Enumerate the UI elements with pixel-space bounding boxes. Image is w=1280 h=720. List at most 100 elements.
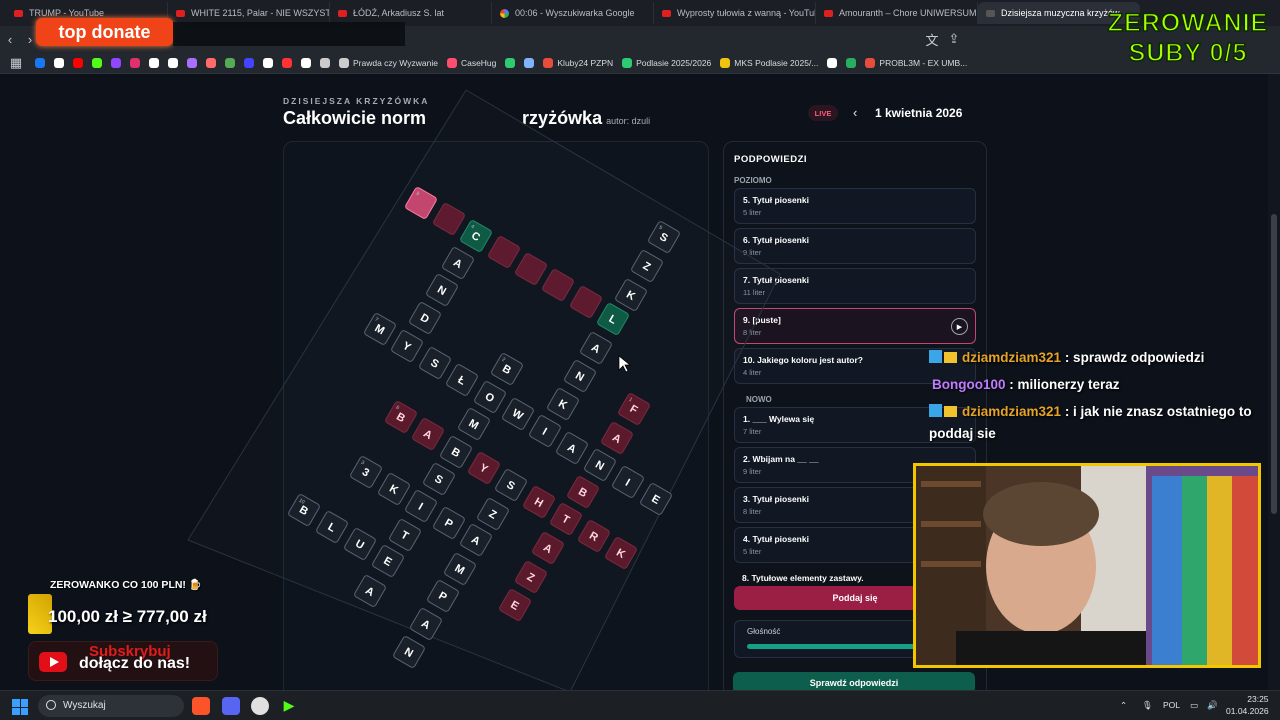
- browser-tab[interactable]: Wyprosty tułowia z wanną - YouTube: [654, 2, 816, 24]
- youtube-icon: [824, 9, 833, 17]
- chat-message: dziamdziam321 : sprawdz odpowiedzi: [929, 347, 1269, 369]
- bookmark-item[interactable]: [524, 57, 535, 68]
- bookmark-item[interactable]: [244, 57, 254, 68]
- network-icon[interactable]: ▭: [1190, 700, 1198, 711]
- chat-username: dziamdziam321: [962, 404, 1062, 419]
- youtube-icon: [662, 9, 671, 17]
- top-donate-value-box: [173, 22, 405, 46]
- top-donate-banner: top donate: [36, 18, 173, 46]
- bookmark-icon: [130, 57, 140, 68]
- bookmark-icon: [543, 57, 554, 68]
- bookmark-icon: [846, 57, 857, 68]
- webcam-image: [916, 466, 1258, 665]
- bookmark-icon: [827, 57, 838, 68]
- bookmark-item[interactable]: Podlasie 2025/2026: [622, 57, 712, 68]
- youtube-icon: [39, 652, 67, 672]
- tab-label: ŁÓDŹ, Arkadiusz S. lat: [353, 8, 445, 18]
- bookmark-icon: [73, 57, 83, 68]
- browser-tab[interactable]: Amouranth – Chore UNIWERSUM B: [816, 2, 978, 24]
- crossword-cell[interactable]: N: [393, 636, 426, 669]
- bookmark-icon: [865, 57, 876, 68]
- kick-icon[interactable]: ▶: [280, 697, 298, 715]
- windows-taskbar: Wyszukaj ▶ ⌃ 🎙 POL ▭ 🔊 23:25 01.04.2026: [0, 690, 1280, 720]
- bookmark-icon: [206, 57, 216, 68]
- discord-icon[interactable]: [222, 697, 240, 715]
- bookmark-item[interactable]: [187, 57, 197, 68]
- bookmark-item[interactable]: [846, 57, 857, 68]
- bookmark-icon: [524, 57, 535, 68]
- bookmark-item[interactable]: [35, 57, 45, 68]
- bookmark-item[interactable]: [54, 57, 64, 68]
- bookmark-item[interactable]: [320, 57, 330, 68]
- windows-start-icon[interactable]: [12, 699, 28, 715]
- mic-icon[interactable]: 🎙: [1142, 700, 1153, 711]
- bookmark-item[interactable]: [827, 57, 838, 68]
- google-icon: [500, 8, 509, 18]
- language-indicator[interactable]: POL: [1163, 700, 1180, 710]
- bookmark-icon: [505, 57, 516, 68]
- bookmark-item[interactable]: [130, 57, 140, 68]
- bookmark-icon: [720, 57, 731, 68]
- bookmark-icon: [320, 57, 330, 68]
- tab-label: WHITE 2115, Palar - NIE WSZYSTKO: [191, 8, 330, 18]
- bookmark-item[interactable]: Kluby24 PZPN: [543, 57, 614, 68]
- bookmark-item[interactable]: CaseHug: [446, 57, 496, 68]
- bookmark-icon: [301, 57, 311, 68]
- brave-icon[interactable]: [192, 697, 210, 715]
- browser-tab[interactable]: ŁÓDŹ, Arkadiusz S. lat: [330, 2, 492, 24]
- bookmark-label: Podlasie 2025/2026: [636, 57, 712, 68]
- page-scrollbar[interactable]: [1268, 74, 1280, 690]
- tab-label: TRUMP - YouTube: [29, 8, 105, 18]
- search-icon: [46, 700, 56, 710]
- bookmark-item[interactable]: PROBL3M - EX UMB...: [865, 57, 967, 68]
- apps-icon[interactable]: ▦: [6, 55, 26, 71]
- browser-tab[interactable]: WHITE 2115, Palar - NIE WSZYSTKO: [168, 2, 330, 24]
- bookmark-item[interactable]: [111, 57, 121, 68]
- bookmark-item[interactable]: [73, 57, 83, 68]
- bookmark-icon: [446, 57, 457, 68]
- bookmark-item[interactable]: [206, 57, 216, 68]
- subscribe-overlay: Subskrybuj dołącz do nas!: [28, 641, 218, 681]
- bookmark-label: Kluby24 PZPN: [557, 57, 614, 68]
- bookmark-icon: [282, 57, 292, 68]
- translate-icon[interactable]: 文: [922, 30, 942, 49]
- bookmark-icon: [111, 57, 121, 68]
- bookmark-item[interactable]: [225, 57, 235, 68]
- bookmark-item[interactable]: MKS Podlasie 2025/...: [720, 57, 818, 68]
- crown-badge-icon: [944, 352, 957, 363]
- join-label: dołącz do nas!: [79, 655, 191, 672]
- bookmark-item[interactable]: [149, 57, 159, 68]
- bookmark-item[interactable]: [282, 57, 292, 68]
- bookmark-item[interactable]: [301, 57, 311, 68]
- bookmark-item[interactable]: [263, 57, 273, 68]
- youtube-icon: [14, 9, 23, 17]
- taskbar-clock[interactable]: 23:25 01.04.2026: [1226, 693, 1269, 717]
- bookmark-item[interactable]: [92, 57, 102, 68]
- chat-text: : milionerzy teraz: [1009, 377, 1120, 392]
- chat-message: Bongoo100 : milionerzy teraz: [929, 374, 1269, 396]
- crown-badge-icon: [944, 406, 957, 417]
- bookmark-item[interactable]: [168, 57, 178, 68]
- bookmark-icon: [622, 57, 633, 68]
- tab-label: 00:06 - Wyszukiwarka Google: [515, 8, 635, 18]
- tab-label: Amouranth – Chore UNIWERSUM B: [839, 8, 978, 18]
- browser-tab[interactable]: 00:06 - Wyszukiwarka Google: [492, 2, 654, 24]
- bookmark-icon: [263, 57, 273, 68]
- obs-icon[interactable]: [251, 697, 269, 715]
- chat-message: dziamdziam321 : i jak nie znasz ostatnie…: [929, 401, 1269, 445]
- scrollbar-thumb[interactable]: [1271, 214, 1277, 514]
- webcam-feed: [913, 463, 1261, 668]
- bookmark-icon: [149, 57, 159, 68]
- back-icon[interactable]: ‹: [0, 32, 20, 47]
- share-icon[interactable]: ⇪: [944, 31, 964, 47]
- chat-username: dziamdziam321: [962, 350, 1062, 365]
- volume-icon[interactable]: 🔊: [1207, 700, 1218, 711]
- subscriber-badge-icon: [929, 350, 942, 363]
- bookmark-item[interactable]: Prawda czy Wyzwanie: [339, 57, 438, 68]
- tray-chevron-icon[interactable]: ⌃: [1120, 700, 1127, 711]
- taskbar-search[interactable]: Wyszukaj: [38, 695, 184, 717]
- page-icon: [986, 9, 995, 17]
- bookmark-icon: [244, 57, 254, 68]
- bookmark-item[interactable]: [505, 57, 516, 68]
- bookmark-icon: [339, 57, 349, 68]
